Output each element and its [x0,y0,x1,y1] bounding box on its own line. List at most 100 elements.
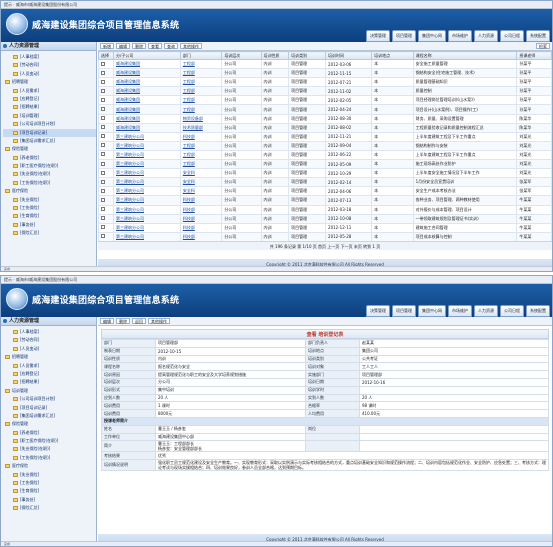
row-select-cell[interactable] [98,77,114,88]
sidebar-item[interactable]: [失业保险] [3,196,96,204]
row-checkbox[interactable] [101,125,105,130]
table-cell[interactable]: 第三建筑分公司 [112,168,181,179]
sidebar-item[interactable]: [招聘结果] [3,378,96,386]
sidebar-item[interactable]: [失业保险(在职)] [3,445,96,453]
table-row[interactable]: 威海建设集团 工程部 分公司 内训 项目管理 2012-02-05 本项目经理岗位管理培训(… [98,95,552,106]
table-cell[interactable]: 威海建设集团 [112,95,181,106]
sidebar-item[interactable]: [生育保险] [3,487,96,495]
row-select-cell[interactable] [98,149,114,161]
topnav-item[interactable]: 项目管理 [392,30,416,42]
row-select-cell[interactable] [98,104,114,115]
row-checkbox[interactable] [101,170,105,175]
row-select-cell[interactable] [98,213,114,224]
topnav-item[interactable]: 集团中心网 [418,30,446,42]
table-cell[interactable]: 第三建筑分公司 [112,177,181,188]
topnav-item[interactable]: 集团中心网 [418,305,446,317]
row-checkbox[interactable] [101,188,105,193]
column-header[interactable]: 课程名称 [412,51,518,60]
table-row[interactable]: 第三建筑分公司 科技部 分公司 内训 项目管理 2012-05-28 本项目成本核算与控制牛… [98,231,552,242]
table-cell[interactable]: 威海建设集团 [112,113,181,124]
toolbar-button[interactable]: 新增 [100,43,114,49]
table-row[interactable]: 第三建筑分公司 工程部 分公司 内训 项目管理 2012-09-04 本钢结构制作与安装 刘某… [98,140,552,151]
table-row[interactable]: 威海建设集团 技术质量部 分公司 内训 项目管理 2012-08-02 本工程质量验收记录和… [98,122,552,133]
table-cell[interactable]: 安全科 [179,186,223,197]
row-checkbox[interactable] [101,61,105,66]
sidebar-item[interactable]: [公司培训项目计划] [3,395,96,403]
row-select-cell[interactable] [98,58,114,70]
row-select-cell[interactable] [98,122,114,133]
row-select-cell[interactable] [98,222,114,233]
sidebar-item[interactable]: [集团培训需求汇总] [3,137,96,145]
row-select-cell[interactable] [98,159,114,170]
table-cell[interactable]: 威海建设集团 [112,122,181,133]
row-checkbox[interactable] [101,207,105,212]
table-cell[interactable]: 工程部 [179,68,223,79]
sidebar-item[interactable]: [人事档案] [3,53,96,61]
table-cell[interactable]: 第三建筑分公司 [112,195,181,206]
table-row[interactable]: 威海建设集团 物资设备部 分公司 内训 项目管理 2012-08-30 本财务、质量、采购设… [98,113,552,124]
table-cell[interactable]: 威海建设集团 [112,104,181,115]
search-button[interactable]: 检索 [536,43,550,49]
sidebar-item[interactable]: [培训管理] [3,112,96,120]
row-checkbox[interactable] [101,70,105,75]
topnav-item[interactable]: 市场维护 [448,305,472,317]
toolbar-button[interactable]: 其他操作 [148,318,170,324]
toolbar-button[interactable]: 返回 [132,318,146,324]
table-cell[interactable]: 第三建筑分公司 [112,231,181,242]
row-checkbox[interactable] [101,134,105,139]
row-select-cell[interactable] [98,140,114,151]
sidebar-item[interactable]: [工伤保险(在职)] [3,179,96,187]
sidebar-item[interactable]: [集团培训需求汇总] [3,412,96,420]
column-header[interactable]: 分/子公司 [112,51,181,60]
sidebar-item[interactable]: [养老保险] [3,154,96,162]
sidebar-item[interactable]: [保险汇总] [3,504,96,512]
table-row[interactable]: 威海建设集团 工程部 分公司 内训 项目管理 2012-04-24 本项目设计(山水案例)、… [98,104,552,115]
toolbar-button[interactable]: 删除 [132,43,146,49]
column-header[interactable]: 授课老师 [516,51,552,60]
row-select-cell[interactable] [98,231,114,242]
table-cell[interactable]: 科技部 [179,204,223,215]
table-row[interactable]: 第三建筑分公司 工程部 分公司 内训 项目管理 2012-05-09 本施工现场高处作业防护… [98,159,552,170]
sidebar-item[interactable]: [养老保险] [3,429,96,437]
table-row[interactable]: 威海建设集团 工程部 分公司 内训 项目管理 2012-11-15 本钢结构安全(住宅施工管… [98,68,552,79]
sidebar-item[interactable]: [人员需求] [3,362,96,370]
column-header[interactable]: 培训层次 [221,51,262,60]
table-row[interactable]: 第三建筑分公司 安全科 分公司 内训 项目管理 2012-02-14 本 1月份安全员宣贯培训… [98,177,552,188]
row-checkbox[interactable] [101,161,105,166]
topnav-item[interactable]: 决策管理 [366,30,390,42]
row-select-cell[interactable] [98,131,114,142]
sidebar-item[interactable]: 招聘管理 [3,353,96,361]
table-cell[interactable]: 威海建设集团 [112,77,181,88]
column-header[interactable]: 部门 [179,51,223,60]
row-select-cell[interactable] [98,95,114,106]
table-cell[interactable]: 科技部 [179,213,223,224]
table-row[interactable]: 第三建筑分公司 安全科 分公司 内训 项目管理 2012-10-29 本上半年度安全施工情况… [98,168,552,179]
sidebar-item[interactable]: 医疗保险 [3,462,96,470]
table-row[interactable]: 威海建设集团 工程部 分公司 内训 项目管理 2012-07-21 本质量管理基础知识 孙某平 [98,77,552,88]
column-header[interactable]: 培训时间 [325,51,373,60]
table-cell[interactable]: 科技部 [179,131,223,142]
row-select-cell[interactable] [98,186,114,197]
column-header[interactable]: 培训地点 [371,51,414,60]
row-select-cell[interactable] [98,195,114,206]
table-cell[interactable]: 工程部 [179,95,223,106]
sidebar-item[interactable]: [项目培训记录] [3,128,96,137]
sidebar-item[interactable]: [招聘结果] [3,103,96,111]
sidebar-item[interactable]: [工伤保险] [3,479,96,487]
sidebar-item[interactable]: 保险管理 [3,420,96,428]
table-cell[interactable]: 工程部 [179,86,223,97]
table-cell[interactable]: 工程部 [179,104,223,115]
row-checkbox[interactable] [101,88,105,93]
row-select-cell[interactable] [98,113,114,124]
table-cell[interactable]: 工程部 [179,77,223,88]
row-select-cell[interactable] [98,68,114,79]
table-cell[interactable]: 第三建筑分公司 [112,213,181,224]
table-cell[interactable]: 第三建筑分公司 [112,140,181,151]
row-select-cell[interactable] [98,86,114,97]
toolbar-button[interactable]: 查看 [148,43,162,49]
topnav-item[interactable]: 公司日程 [500,305,524,317]
table-cell[interactable]: 科技部 [179,231,223,242]
sidebar-item[interactable]: [人员需求] [3,87,96,95]
table-cell[interactable]: 第三建筑分公司 [112,159,181,170]
sidebar-item[interactable]: [保险汇总] [3,229,96,237]
